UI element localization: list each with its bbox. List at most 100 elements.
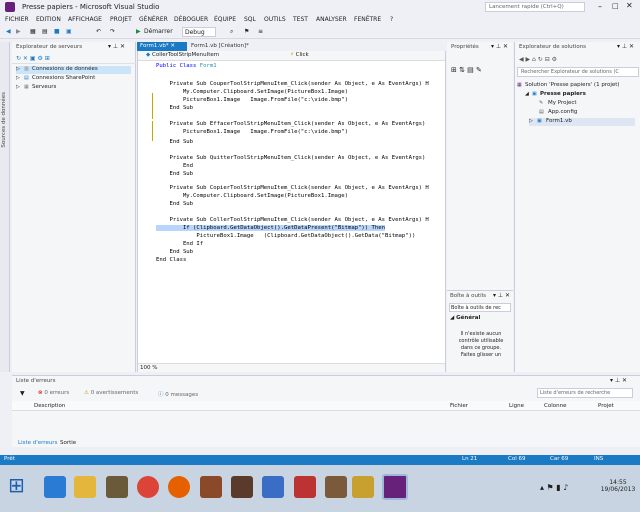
app-icon[interactable] [106,476,128,498]
tab-form1-design[interactable]: Form1.vb [Création]* [188,42,268,51]
member-dropdown[interactable]: ◆ CollerToolStripMenuItem [144,52,279,60]
error-list-title: Liste d'erreurs [16,378,56,384]
tree-item-app-config[interactable]: ▤ App.config [539,109,635,117]
config-select[interactable]: Debug [182,27,216,37]
tab-label: Form1.vb [Création]* [191,43,249,49]
pin-icon[interactable]: ▾ ⊥ ✕ [617,43,634,50]
solution-search-input[interactable]: Rechercher Explorateur de solutions (C [517,67,639,77]
app2-icon[interactable] [200,476,222,498]
expand-icon[interactable]: ▷ [16,84,20,90]
bookmark-icon[interactable]: ⚑ [244,28,249,35]
tree-item-sharepoint[interactable]: ▷ ▤ Connexions SharePoint [16,75,131,83]
tab-error-list[interactable]: Liste d'erreurs [18,440,57,446]
menu-sql[interactable]: SQL [244,16,256,23]
open-icon[interactable]: ▤ [42,28,48,35]
wrench-icon: ✎ [539,100,544,106]
col-column[interactable]: Colonne [544,403,566,409]
menu-fenetre[interactable]: FENÊTRE [354,16,381,23]
menu-affichage[interactable]: AFFICHAGE [68,16,102,23]
collapse-icon[interactable]: ◢ [525,91,529,97]
tree-item-form1[interactable]: ▷ ▣ Form1.vb [529,118,635,126]
menu-equipe[interactable]: ÉQUIPE [214,16,236,23]
menu-projet[interactable]: PROJET [110,16,132,23]
col-file[interactable]: Fichier [450,403,468,409]
code-line-9: Private Sub QuitterToolStripMenuItem_Cli… [156,155,426,161]
expand-icon[interactable]: ▷ [16,75,20,81]
code-editor[interactable]: ◆ CollerToolStripMenuItem ⚡ Click Public… [137,51,446,372]
pin-icon[interactable]: ▾ ⊥ ✕ [108,43,125,50]
new-project-icon[interactable]: ▦ [30,28,36,35]
minimize-button[interactable]: – [598,2,602,11]
tree-item-project[interactable]: ◢ ▣ Presse papiers [525,91,635,99]
col-project[interactable]: Projet [598,403,614,409]
save-all-icon[interactable]: ▣ [66,28,72,35]
expand-icon[interactable]: ▷ [16,66,20,72]
app4-icon[interactable] [262,476,284,498]
info-icon: ⓘ [158,392,164,398]
tray-icons[interactable]: ▴ ⚑ ▮ ♪ [540,483,568,492]
tab-output[interactable]: Sortie [60,440,76,446]
tree-item-servers[interactable]: ▷ ▦ Serveurs [16,84,131,92]
chrome-icon[interactable] [137,476,159,498]
menu-help[interactable]: ? [390,16,393,23]
code-line-6: Private Sub EffacerToolStripMenuItem_Cli… [156,121,426,127]
errors-toggle[interactable]: ⊗ 0 erreurs [38,390,69,396]
status-ready: Prêt [4,456,15,462]
messages-toggle[interactable]: ⓘ 0 messages [158,390,198,398]
maximize-button[interactable]: □ [612,2,619,10]
server-explorer-toolbar: ↻ ✕ ▣ ⚙ ⊞ [12,54,136,64]
clock[interactable]: 14:55 19/06/2013 [600,479,636,493]
toolbox-search-input[interactable]: Boîte à outils de rec [449,303,511,312]
warnings-toggle[interactable]: ⚠ 0 avertissements [84,390,138,396]
quick-launch-input[interactable]: Lancement rapide (Ctrl+Q) [485,2,585,12]
redo-icon[interactable]: ↷ [110,28,115,35]
code-area[interactable]: Public Class Form1 Private Sub CouperToo… [138,63,445,273]
tree-item-my-project[interactable]: ✎ My Project [539,100,635,108]
tab-form1-code[interactable]: Form1.vb* ✕ [137,42,187,51]
save-icon[interactable]: ■ [54,28,60,35]
close-icon[interactable]: ✕ [170,43,175,49]
pin-icon[interactable]: ▾ ⊥ ✕ [493,292,510,299]
app6-icon[interactable] [325,476,347,498]
filter-icon[interactable]: ▼ [20,390,25,397]
menu-deboguer[interactable]: DÉBOGUER [174,16,208,23]
close-button[interactable]: ✕ [626,1,633,10]
tree-item-label: Presse papiers [540,91,586,97]
start-icon[interactable]: ▶ [136,28,141,35]
col-description[interactable]: Description [34,403,65,409]
comment-icon[interactable]: ≡ [258,28,263,35]
menu-generer[interactable]: GÉNÉRER [139,16,168,23]
toolbox-group-general[interactable]: ◢ Général [450,315,480,321]
app5-icon[interactable] [294,476,316,498]
tree-item-solution[interactable]: ▦ Solution 'Presse papiers' (1 projet) [517,82,637,90]
undo-icon[interactable]: ↶ [96,28,101,35]
refresh-icon[interactable]: ↻ ✕ ▣ ⚙ ⊞ [16,55,50,62]
menu-edition[interactable]: EDITION [36,16,61,23]
start-icon[interactable]: ⊞ [8,473,25,497]
ie-icon[interactable] [44,476,66,498]
app7-icon[interactable] [352,476,374,498]
data-sources-tab[interactable]: Sources de données [0,42,10,372]
event-dropdown[interactable]: ⚡ Click [288,52,438,60]
app3-icon[interactable] [231,476,253,498]
menu-test[interactable]: TEST [293,16,308,23]
pin-icon[interactable]: ▾ ⊥ ✕ [491,43,508,50]
firefox-icon[interactable] [168,476,190,498]
categorized-icon[interactable]: ⊞ ⇅ ▤ ✎ [451,66,482,74]
visual-studio-icon[interactable] [382,474,408,500]
back-icon[interactable]: ◀ [6,28,11,35]
find-icon[interactable]: ⌕ [230,28,233,36]
start-button[interactable]: Démarrer [144,28,173,35]
menu-fichier[interactable]: FICHIER [5,16,29,23]
menu-outils[interactable]: OUTILS [264,16,286,23]
pin-icon[interactable]: ▾ ⊥ ✕ [610,377,627,384]
explorer-icon[interactable] [74,476,96,498]
error-search-input[interactable]: Liste d'erreurs de recherche [537,388,633,398]
solution-toolbar-icons[interactable]: ◀ ▶ ⌂ ↻ ⊟ ⚙ [519,56,557,63]
zoom-level[interactable]: 100 % [140,365,157,371]
col-line[interactable]: Ligne [509,403,524,409]
forward-icon[interactable]: ▶ [16,28,21,35]
expand-icon[interactable]: ▷ [529,118,533,124]
menu-analyser[interactable]: ANALYSER [316,16,347,23]
tree-item-data-connections[interactable]: ▷ ▥ Connexions de données [16,66,131,74]
